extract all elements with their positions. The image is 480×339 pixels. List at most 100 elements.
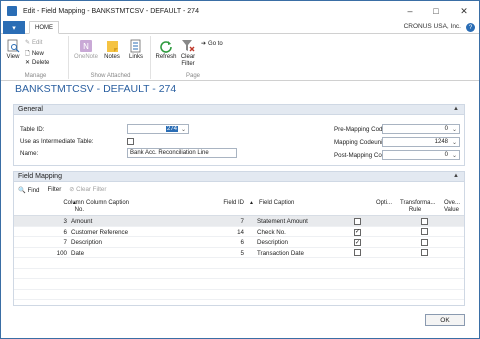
- name-field[interactable]: Bank Acc. Reconciliation Line: [127, 148, 237, 158]
- empty-row: [14, 290, 464, 300]
- mapping-label: Mapping Codeunit:: [334, 139, 386, 146]
- chevron-down-icon[interactable]: ⌄: [181, 126, 186, 133]
- column-caption-cell: Date: [71, 249, 85, 257]
- notes-label: Notes: [104, 54, 120, 60]
- field-caption-cell: Description: [257, 239, 288, 246]
- post-mapping-value: 0: [444, 152, 448, 158]
- chevron-down-icon[interactable]: ⌄: [452, 152, 457, 159]
- onenote-label: OneNote: [73, 54, 98, 60]
- view-label: View: [6, 54, 20, 60]
- column-caption-cell: Amount: [71, 218, 93, 225]
- optional-checkbox[interactable]: [354, 217, 361, 227]
- field-mapping-header[interactable]: Field Mapping ▲: [14, 172, 464, 182]
- empty-row: [14, 269, 464, 279]
- post-mapping-field[interactable]: 0 ⌄: [382, 150, 460, 160]
- field-mapping-fasttab: Field Mapping ▲ 🔍 Find Filter ⊘ Clear Fi…: [13, 171, 465, 306]
- optional-checkbox[interactable]: ✓: [354, 239, 361, 246]
- maximize-icon: □: [433, 6, 439, 16]
- page-title: BANKSTMTCSV - DEFAULT - 274: [15, 83, 177, 95]
- table-id-label: Table ID:: [20, 126, 45, 133]
- refresh-button[interactable]: Refresh: [155, 39, 177, 60]
- transformation-header-line1: Transforma...: [400, 200, 436, 206]
- overwrite-checkbox[interactable]: [421, 217, 428, 227]
- pre-mapping-field[interactable]: 0 ⌄: [382, 124, 460, 134]
- optional-header[interactable]: Opti...: [376, 200, 392, 207]
- find-button[interactable]: 🔍 Find: [18, 186, 40, 194]
- optional-checkbox[interactable]: ✓: [354, 228, 361, 236]
- pre-mapping-value: 0: [444, 126, 448, 132]
- mapping-field[interactable]: 1248 ⌄: [382, 137, 460, 147]
- table-row[interactable]: 7 Description 6 Description ✓: [14, 237, 464, 248]
- use-intermediate-label: Use as Intermediate Table:: [20, 138, 94, 145]
- field-caption-header[interactable]: Field Caption: [259, 200, 294, 207]
- tab-home[interactable]: HOME: [29, 21, 59, 34]
- table-row[interactable]: 3 Amount 7 Statement Amount: [14, 216, 464, 227]
- clear-filter-label: Clear Filter: [180, 54, 196, 67]
- close-button[interactable]: ✕: [451, 1, 477, 21]
- notes-icon: [105, 39, 119, 53]
- maximize-button[interactable]: □: [423, 1, 449, 21]
- field-mapping-toolbar: 🔍 Find Filter ⊘ Clear Filter: [18, 185, 106, 194]
- chevron-down-icon[interactable]: ⌄: [452, 139, 457, 146]
- collapse-icon[interactable]: ▲: [453, 173, 459, 179]
- edit-button[interactable]: ✎ Edit: [25, 39, 42, 47]
- overwrite-checkbox[interactable]: [421, 228, 428, 237]
- view-button[interactable]: View: [5, 39, 21, 60]
- general-header[interactable]: General ▲: [14, 105, 464, 115]
- app-menu-button[interactable]: ▾: [3, 21, 25, 34]
- ok-button[interactable]: OK: [425, 314, 465, 326]
- filter-button[interactable]: Filter: [48, 186, 62, 193]
- links-button[interactable]: Links: [127, 39, 145, 60]
- transformation-header-line2: Rule: [408, 206, 422, 213]
- help-icon[interactable]: ?: [466, 23, 475, 32]
- window-title: Edit - Field Mapping - BANKSTMTCSV - DEF…: [23, 7, 199, 15]
- onenote-button[interactable]: N OneNote: [73, 39, 99, 60]
- column-no-cell: 7: [63, 239, 67, 246]
- chevron-down-icon[interactable]: ⌄: [452, 126, 457, 133]
- column-no-header-line2: No.: [74, 206, 84, 213]
- delete-icon: ✕: [25, 60, 31, 66]
- ribbon-group-manage: View ✎ Edit 🗋 New ✕ Delete Manage: [3, 36, 69, 79]
- find-label: Find: [27, 186, 40, 194]
- clear-filter-icon: ⊘: [69, 186, 75, 193]
- show-attached-group-label: Show Attached: [90, 73, 131, 79]
- checkbox-icon: [354, 249, 361, 256]
- overwrite-header-line2: Value: [444, 206, 459, 213]
- overwrite-checkbox[interactable]: [421, 249, 428, 258]
- onenote-icon: N: [79, 39, 93, 53]
- use-intermediate-checkbox[interactable]: [127, 138, 134, 145]
- table-row[interactable]: 6 Customer Reference 14 Check No. ✓: [14, 227, 464, 237]
- clear-filter-button[interactable]: Clear Filter: [179, 39, 197, 67]
- overwrite-value-header[interactable]: Ove... Value: [444, 200, 460, 213]
- field-mapping-grid: Column No. ▲ Column Caption Field ID ▲ Fi…: [14, 198, 464, 300]
- table-id-field[interactable]: 274 ⌄: [127, 124, 189, 134]
- collapse-icon[interactable]: ▲: [453, 106, 459, 112]
- column-caption-cell: Description: [71, 239, 102, 246]
- sort-icon: ▲: [249, 200, 254, 206]
- transformation-rule-header[interactable]: Transforma... Rule: [400, 200, 435, 213]
- field-id-header[interactable]: Field ID: [204, 200, 244, 207]
- delete-button[interactable]: ✕ Delete: [25, 59, 49, 67]
- minimize-button[interactable]: –: [397, 1, 423, 21]
- minimize-icon: –: [407, 6, 413, 16]
- overwrite-header-line1: Ove...: [444, 200, 461, 206]
- new-button[interactable]: 🗋 New: [25, 49, 44, 59]
- window: Edit - Field Mapping - BANKSTMTCSV - DEF…: [0, 0, 480, 339]
- notes-button[interactable]: Notes: [103, 39, 121, 60]
- overwrite-checkbox[interactable]: [421, 238, 428, 248]
- clear-filter-list-button[interactable]: ⊘ Clear Filter: [69, 186, 106, 193]
- mapping-value: 1248: [434, 139, 448, 145]
- checkbox-icon: [421, 238, 428, 246]
- field-id-cell: 6: [240, 239, 244, 246]
- field-caption-cell: Check No.: [257, 228, 286, 236]
- table-row[interactable]: 100 Date 5 Transaction Date: [14, 248, 464, 258]
- column-no-header[interactable]: Column No.: [44, 200, 84, 213]
- general-title: General: [18, 106, 43, 113]
- optional-checkbox[interactable]: [354, 249, 361, 258]
- goto-button[interactable]: ➔ Go to: [201, 40, 223, 48]
- chevron-down-icon: ▾: [12, 24, 16, 32]
- company-name[interactable]: CRONUS USA, Inc.: [404, 23, 461, 30]
- name-label: Name:: [20, 150, 39, 157]
- ribbon: View ✎ Edit 🗋 New ✕ Delete Manage N OneNote: [1, 34, 479, 81]
- column-caption-header[interactable]: Column Caption: [86, 200, 129, 207]
